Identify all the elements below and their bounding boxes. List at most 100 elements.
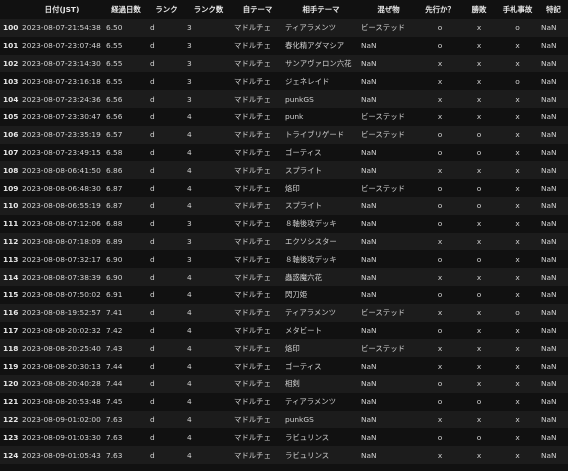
table-cell: 7.45 (106, 397, 123, 407)
table-cell: o (437, 147, 443, 157)
table-cell: x (437, 343, 443, 353)
table-cell: x (515, 165, 520, 175)
table-cell: 2023-08-08-06:48:30 (22, 183, 101, 193)
table-cell: x (437, 165, 443, 175)
table-cell: x (515, 325, 520, 335)
table-cell: o (437, 254, 443, 264)
table-cell: NaN (361, 361, 377, 371)
table-cell: NaN (541, 236, 557, 246)
row-index: 105 (3, 112, 19, 122)
table-cell: マドルチェ (234, 379, 271, 389)
table-cell: o (437, 41, 443, 51)
table-cell: 2023-08-08-20:40:28 (22, 379, 101, 389)
table-cell: d (150, 432, 155, 442)
table-cell: x (437, 308, 443, 318)
table-cell: ８軸後攻デッキ (285, 219, 337, 229)
table-cell: 4 (187, 147, 192, 157)
table-cell: x (476, 94, 482, 104)
table-cell: punkGS (285, 94, 314, 104)
table-cell: NaN (361, 41, 377, 51)
table-cell: マドルチェ (234, 272, 271, 282)
table-cell: 2023-08-08-20:53:48 (22, 397, 101, 407)
table-cell: 4 (187, 308, 192, 318)
table-cell: x (515, 343, 520, 353)
table-cell: x (515, 94, 520, 104)
column-header: 先行か？ (425, 5, 455, 14)
table-cell: o (476, 130, 482, 140)
table-row: 102 2023-08-07-23:14:30 6.55 d 3 マドルチェ サンアヴァロン… (0, 54, 568, 73)
table-cell: d (150, 325, 155, 335)
table-cell: punk (285, 112, 304, 122)
table-cell: o (437, 183, 443, 193)
table-cell: 6.90 (106, 272, 123, 282)
row-index: 116 (3, 308, 19, 318)
table-cell: マドルチェ (234, 414, 271, 424)
table-cell: o (476, 147, 482, 157)
table-cell: 4 (187, 361, 192, 371)
table-cell: x (515, 379, 520, 389)
table-cell: NaN (361, 147, 377, 157)
table-cell: d (150, 236, 155, 246)
table-cell: マドルチェ (234, 290, 271, 300)
table-cell: x (515, 414, 520, 424)
table-cell: スプライト (285, 201, 322, 211)
table-cell: 4 (187, 325, 192, 335)
column-header: 特記 (546, 5, 561, 14)
table-cell: 4 (187, 183, 192, 193)
table-cell: 3 (187, 58, 192, 68)
table-cell: 2023-08-08-06:55:19 (22, 201, 101, 211)
table-cell: NaN (541, 219, 557, 229)
table-cell: d (150, 130, 155, 140)
table-cell: NaN (361, 254, 377, 264)
table-cell: x (515, 112, 520, 122)
table-cell: マドルチェ (234, 58, 271, 68)
table-cell: 6.86 (106, 165, 123, 175)
table-cell: d (150, 58, 155, 68)
table-cell: 4 (187, 432, 192, 442)
table-cell: 6.91 (106, 290, 123, 300)
table-cell: o (437, 397, 443, 407)
column-header: ランク数 (193, 5, 224, 14)
table-cell: マドルチェ (234, 76, 271, 86)
row-index: 122 (3, 414, 19, 424)
table-cell: 2023-08-09-01:02:00 (22, 414, 101, 424)
table-row: 104 2023-08-07-23:24:36 6.56 d 3 マドルチェ punkGS N… (0, 90, 568, 108)
table-cell: NaN (541, 130, 557, 140)
table-cell: ティアラメンツ (285, 308, 337, 318)
table-cell: o (476, 432, 482, 442)
table-row: 117 2023-08-08-20:02:32 7.42 d 4 マドルチェ メタビート Na… (0, 321, 568, 340)
table-cell: NaN (361, 236, 377, 246)
table-cell: NaN (361, 76, 377, 86)
table-cell: o (437, 219, 443, 229)
table-cell: d (150, 272, 155, 282)
table-cell: 7.44 (106, 379, 123, 389)
table-row: 101 2023-08-07-23:07:48 6.55 d 3 マドルチェ 春化精アダマシ… (0, 36, 568, 55)
table-cell: x (515, 130, 520, 140)
table-cell: x (515, 397, 520, 407)
row-index: 103 (3, 76, 19, 86)
table-cell: マドルチェ (234, 23, 271, 33)
row-index: 100 (3, 23, 19, 33)
row-index: 114 (3, 272, 19, 282)
header-row: 日付(JST) 経過日数 ランク ランク数 自テーマ 相手テーマ 混ぜ物 先行か？ 勝敗 手札事故… (0, 0, 568, 19)
table-cell: o (437, 201, 443, 211)
table-row: 103 2023-08-07-23:16:18 6.55 d 3 マドルチェ ジェネレイド N… (0, 72, 568, 91)
table-cell: d (150, 165, 155, 175)
row-index: 119 (3, 361, 19, 371)
table-cell: NaN (361, 272, 377, 282)
table-cell: 6.87 (106, 183, 123, 193)
row-index: 108 (3, 165, 19, 175)
table-cell: NaN (541, 201, 557, 211)
row-index: 113 (3, 254, 19, 264)
table-cell: 4 (187, 130, 192, 140)
table-row: 109 2023-08-08-06:48:30 6.87 d 4 マドルチェ 烙印 ビーステッ… (0, 179, 568, 197)
table-row: 120 2023-08-08-20:40:28 7.44 d 4 マドルチェ 相剣 NaN o x… (0, 374, 568, 393)
table-cell: o (476, 201, 482, 211)
table-cell: NaN (541, 343, 557, 353)
table-cell: NaN (361, 379, 377, 389)
table-cell: x (476, 343, 482, 353)
table-cell: x (515, 432, 520, 442)
table-row: 119 2023-08-08-20:30:13 7.44 d 4 マドルチェ ゴーティス Na… (0, 357, 568, 375)
table-cell: 7.42 (106, 325, 123, 335)
table-cell: NaN (541, 76, 557, 86)
